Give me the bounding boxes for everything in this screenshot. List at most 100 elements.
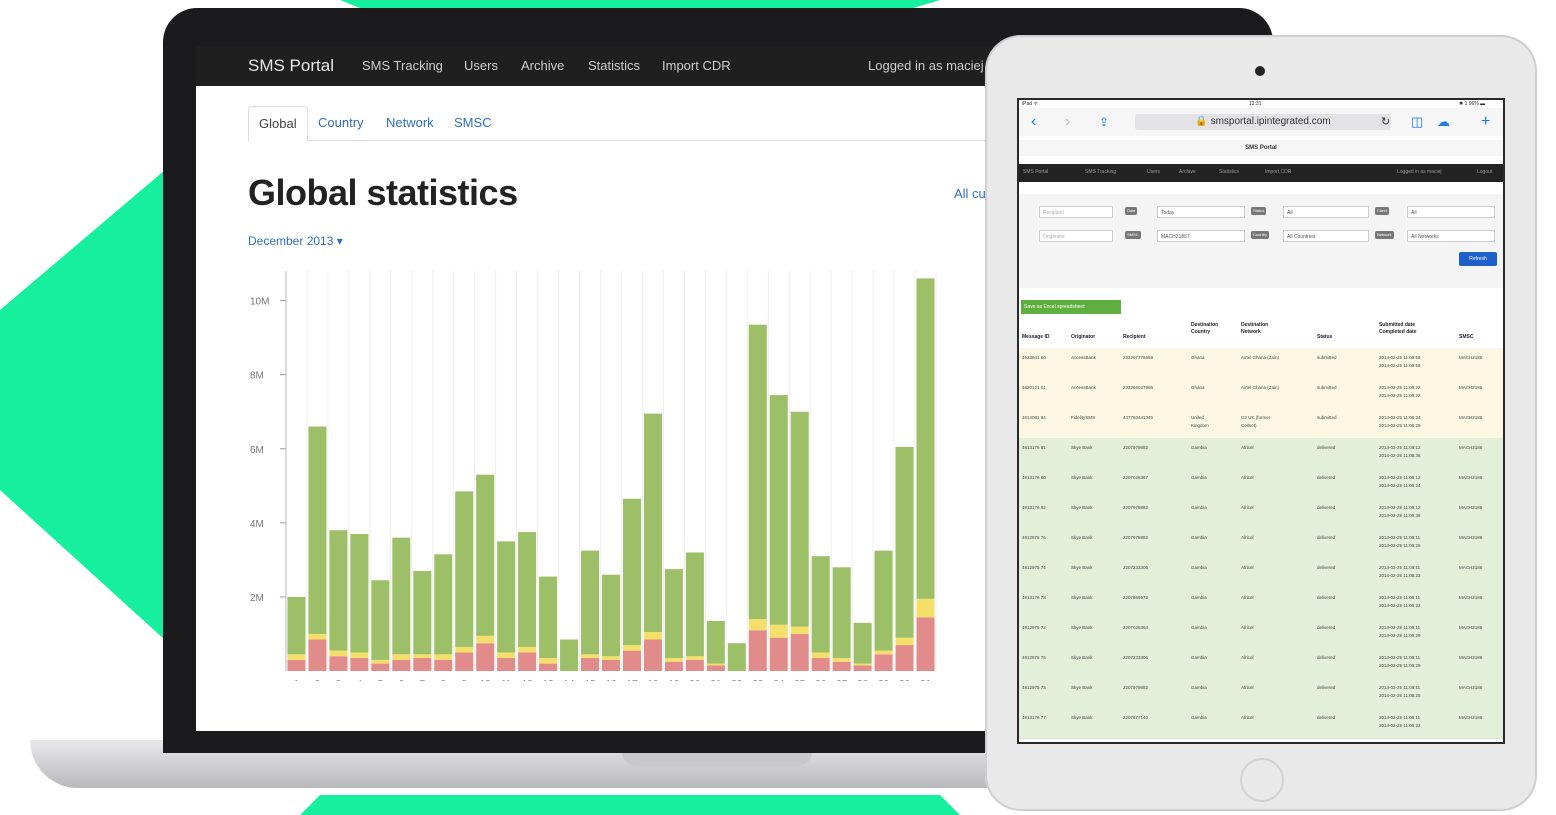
tablet-nav-archive[interactable]: Archive <box>1179 169 1196 175</box>
table-cell: 2207026367 <box>1123 475 1149 480</box>
table-row[interactable]: 4812975 76 Skye Bank 2207979882 Gambia Afric… <box>1019 528 1503 559</box>
table-cell: MACH2186 <box>1459 625 1483 630</box>
bar-segment-2 <box>832 567 851 659</box>
tablet-logout[interactable]: Logout <box>1477 169 1492 175</box>
recipient-input[interactable]: Recipient <box>1039 206 1113 218</box>
table-cell: MACH2186 <box>1459 385 1483 390</box>
bar-segment-2 <box>706 621 725 664</box>
bar-segment-2 <box>560 639 579 671</box>
table-row[interactable]: 4812975 74 Skye Bank 2207233306 Gambia Afric… <box>1019 558 1503 589</box>
date-label: Date <box>1125 207 1138 215</box>
col-dates: Submitted date Completed date <box>1379 322 1417 335</box>
table-cell: 2014-02-25 11:08:12 2014-02-25 11:08:36 <box>1379 505 1421 518</box>
address-bar[interactable]: 🔒 smsportal.ipintegrated.com <box>1135 114 1391 130</box>
cloud-tabs-icon[interactable]: ☁ <box>1437 113 1450 131</box>
table-row[interactable]: 4813176 82 Skye Bank 2207979882 Gambia Afric… <box>1019 498 1503 529</box>
tablet-camera <box>1255 66 1265 76</box>
table-row[interactable]: 4620121 01 AccessBank 233266027986 Ghana Air… <box>1019 378 1503 409</box>
table-row[interactable]: 4812975 75 Skye Bank 2207233306 Gambia Afric… <box>1019 648 1503 679</box>
bar-segment-1 <box>706 663 725 666</box>
table-cell: 2207877140 <box>1123 715 1149 720</box>
x-tick-label: 16 <box>605 679 617 681</box>
originator-input[interactable]: Originator <box>1039 230 1113 242</box>
new-tab-icon[interactable]: + <box>1481 113 1490 131</box>
table-row[interactable]: 4813176 77 Skye Bank 2207877140 Gambia Afric… <box>1019 708 1503 739</box>
table-cell: Africel <box>1241 655 1254 660</box>
table-cell: Skye Bank <box>1071 505 1093 510</box>
table-cell: Gambia <box>1191 475 1207 480</box>
tablet-home-button[interactable] <box>1240 758 1284 802</box>
tab-network[interactable]: Network <box>376 106 444 140</box>
table-row[interactable]: 4812975 72 Skye Bank 2207026364 Gambia Afric… <box>1019 618 1503 649</box>
nav-statistics[interactable]: Statistics <box>588 58 640 73</box>
bookmarks-icon[interactable]: ◫ <box>1411 113 1423 131</box>
x-tick-label: 2 <box>315 679 321 681</box>
table-cell: 2014-02-25 11:08:11 2014-02-25 11:08:22 <box>1379 565 1421 578</box>
refresh-button[interactable]: Refresh <box>1459 252 1497 266</box>
bar-segment-1 <box>497 652 516 659</box>
nav-import-cdr[interactable]: Import CDR <box>662 58 731 73</box>
save-excel-button[interactable]: Save as Excel spreadsheet <box>1021 300 1121 314</box>
table-row[interactable]: 4813176 81 Skye Bank 2207979882 Gambia Afric… <box>1019 438 1503 469</box>
table-cell: 4812975 75 <box>1022 655 1046 660</box>
tab-global[interactable]: Global <box>248 106 308 142</box>
nav-archive[interactable]: Archive <box>521 58 564 73</box>
table-row[interactable]: 4814081 84 FidelitySMS 447763441345 United … <box>1019 408 1503 439</box>
table-cell: Ghana <box>1191 385 1205 390</box>
bar-segment-0 <box>413 658 432 671</box>
bar-segment-2 <box>853 622 872 664</box>
tablet-nav-import-cdr[interactable]: Import CDR <box>1265 169 1291 175</box>
table-cell: Airtel Ghana (Zain) <box>1241 355 1280 360</box>
brand-link[interactable]: SMS Portal <box>248 56 334 76</box>
table-cell: 2207979882 <box>1123 685 1149 690</box>
tab-smsc[interactable]: SMSC <box>444 106 502 140</box>
bar-segment-2 <box>748 324 767 620</box>
table-row[interactable]: 4812975 73 Skye Bank 2207979882 Gambia Afric… <box>1019 678 1503 709</box>
date-select[interactable]: Today <box>1157 206 1245 218</box>
tab-country[interactable]: Country <box>308 106 374 140</box>
tablet-nav-statistics[interactable]: Statistics <box>1219 169 1239 175</box>
share-icon[interactable]: ⇪ <box>1099 113 1109 131</box>
nav-sms-tracking[interactable]: SMS Tracking <box>362 58 443 73</box>
tablet-nav-users[interactable]: Users <box>1147 169 1160 175</box>
client-select[interactable]: All <box>1407 206 1495 218</box>
bar-segment-2 <box>916 278 935 599</box>
network-select[interactable]: All Networks <box>1407 230 1495 242</box>
table-cell: Gambia <box>1191 445 1207 450</box>
table-row[interactable]: 4623641 60 AccessBank 233267775658 Ghana Air… <box>1019 348 1503 379</box>
bar-segment-2 <box>392 537 411 655</box>
table-cell: Africel <box>1241 475 1254 480</box>
smsc-label: SMSC <box>1125 231 1141 239</box>
table-cell: 2014-02-25 11:08:11 2014-02-25 11:08:26 <box>1379 535 1421 548</box>
bar-segment-1 <box>329 650 348 657</box>
table-row[interactable]: 4813176 80 Skye Bank 2207026367 Gambia Afric… <box>1019 468 1503 499</box>
month-dropdown[interactable]: December 2013 ▾ <box>248 234 343 248</box>
table-cell: MACH2186 <box>1459 505 1483 510</box>
bar-segment-0 <box>874 654 893 671</box>
table-cell: MACH2186 <box>1459 475 1483 480</box>
table-cell: Skye Bank <box>1071 445 1093 450</box>
table-cell: Gambia <box>1191 655 1207 660</box>
bar-segment-2 <box>601 574 621 657</box>
nav-users[interactable]: Users <box>464 58 498 73</box>
bar-segment-1 <box>916 598 935 618</box>
country-select[interactable]: All Countries <box>1283 230 1369 242</box>
bar-segment-1 <box>350 652 369 659</box>
table-cell: 2014-02-25 11:08:12 2014-02-25 11:08:24 <box>1379 475 1421 488</box>
left-green-shape <box>0 170 165 640</box>
bar-segment-1 <box>601 656 621 660</box>
reload-icon[interactable]: ↻ <box>1381 113 1390 131</box>
tablet-brand[interactable]: SMS Portal <box>1023 169 1048 175</box>
status-select[interactable]: All <box>1283 206 1369 218</box>
bar-segment-2 <box>413 571 432 655</box>
back-icon[interactable]: ‹ <box>1031 113 1036 131</box>
smsc-select[interactable]: MACH21867 <box>1157 230 1245 242</box>
status-time: 12:31 <box>1249 101 1262 107</box>
forward-icon[interactable]: › <box>1065 113 1070 131</box>
table-cell: 4812975 73 <box>1022 685 1046 690</box>
tablet-nav-sms-tracking[interactable]: SMS Tracking <box>1085 169 1116 175</box>
table-cell: delivered <box>1317 445 1336 450</box>
table-row[interactable]: 4813176 78 Skye Bank 2207869572 Gambia Afric… <box>1019 588 1503 619</box>
all-link[interactable]: All cu <box>954 186 986 201</box>
table-cell: delivered <box>1317 535 1336 540</box>
